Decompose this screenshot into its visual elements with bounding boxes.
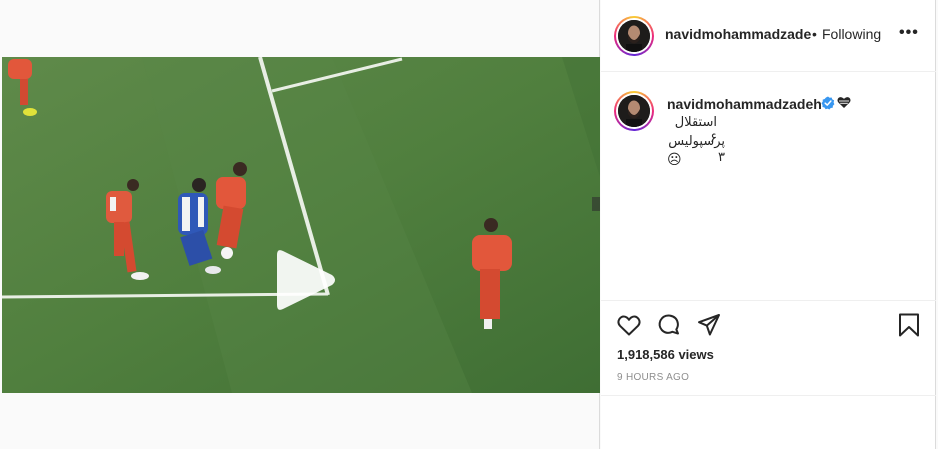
header-username[interactable]: navidmohammadzade <box>665 26 811 42</box>
media-pane <box>0 0 600 449</box>
header-separator: • <box>812 26 817 42</box>
post-timestamp[interactable]: 9 HOURS AGO <box>617 372 689 383</box>
share-icon[interactable] <box>697 313 721 337</box>
bookmark-icon[interactable] <box>898 313 920 337</box>
comment-divider <box>601 395 936 396</box>
following-button[interactable]: Following <box>822 26 881 42</box>
view-count[interactable]: 1,918,586 views <box>617 347 714 362</box>
actions-divider <box>601 300 936 301</box>
video-player[interactable] <box>2 57 600 393</box>
caption-avatar[interactable] <box>614 91 654 131</box>
post-frame: navidmohammadzade • Following ••• navidm… <box>0 0 938 449</box>
caption-username[interactable]: navidmohammadzadeh <box>667 96 822 112</box>
verified-badge-icon <box>821 96 835 110</box>
video-frame <box>2 57 600 393</box>
play-icon[interactable] <box>275 247 337 313</box>
heart-emoji-icon <box>837 97 851 108</box>
header-avatar[interactable] <box>614 16 654 56</box>
post-header: navidmohammadzade • Following ••• <box>601 0 936 72</box>
comment-icon[interactable] <box>657 313 681 337</box>
caption-line-3: ☹ <box>667 151 682 167</box>
more-options-icon[interactable]: ••• <box>899 24 919 42</box>
heart-icon[interactable] <box>617 314 641 336</box>
post-sidebar: navidmohammadzade • Following ••• navidm… <box>601 0 936 449</box>
profile-photo <box>618 20 650 52</box>
caption-profile-photo <box>618 95 650 127</box>
